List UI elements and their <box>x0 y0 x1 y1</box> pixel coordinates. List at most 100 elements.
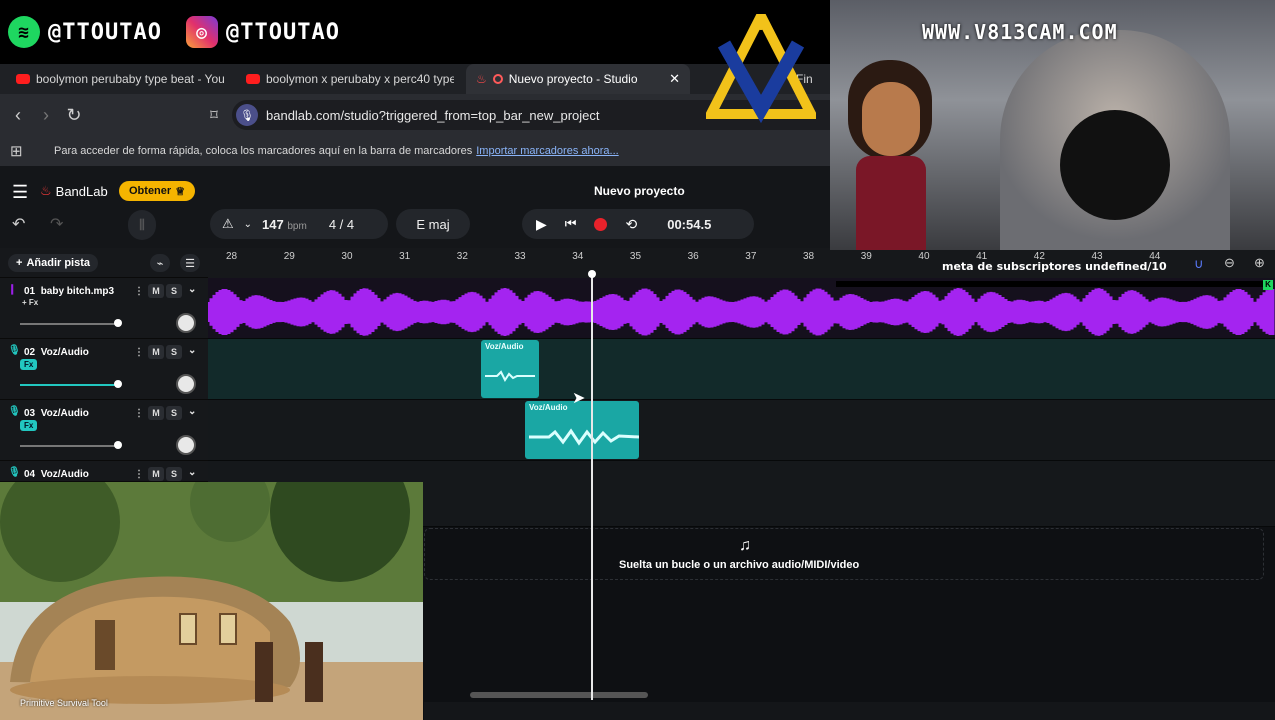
menu-icon[interactable]: ☰ <box>12 182 28 203</box>
tempo-value[interactable]: 147 bpm <box>262 217 307 232</box>
track-toolbar: + Añadir pista ⌁ ☰ <box>0 248 208 278</box>
upgrade-label: Obtener <box>129 185 172 197</box>
playhead-handle[interactable] <box>588 270 596 278</box>
horizontal-scrollbar[interactable] <box>470 692 648 698</box>
track-name[interactable]: Voz/Audio <box>41 469 89 480</box>
reload-icon[interactable]: ↻ <box>60 94 88 136</box>
status-bar <box>424 702 1275 720</box>
waveform-path <box>208 288 1275 336</box>
mute-button[interactable]: M <box>148 345 164 359</box>
fx-badge[interactable]: Fx <box>20 359 38 370</box>
track-name[interactable]: Voz/Audio <box>41 347 89 358</box>
volume-handle[interactable] <box>114 380 122 388</box>
skip-back-icon[interactable]: ⏮ <box>565 216 577 232</box>
microphone-icon[interactable]: 🎙 <box>236 104 258 126</box>
forward-icon[interactable]: › <box>32 94 60 136</box>
track-lane-3[interactable]: Voz/Audio <box>208 400 1275 461</box>
drop-zone[interactable]: ♫ Suelta un bucle o un archivo audio/MID… <box>424 528 1264 580</box>
metronome-icon[interactable]: ⚠ <box>222 216 234 232</box>
upgrade-button[interactable]: Obtener ♕ <box>119 181 196 201</box>
solo-button[interactable]: S <box>166 406 182 420</box>
pan-knob[interactable] <box>176 435 196 455</box>
mute-button[interactable]: M <box>148 406 164 420</box>
tab-youtube-2[interactable]: boolymon x perubaby x perc40 type <box>236 64 454 94</box>
mixer-icon[interactable]: ⫼ <box>128 210 156 240</box>
chevron-down-icon[interactable]: ⌄ <box>244 219 252 230</box>
more-options-icon[interactable]: ⋮ <box>134 408 144 419</box>
track-header-1[interactable]: ❙ 01 baby bitch.mp3 + Fx ⋮ M S ⌄ <box>0 278 208 339</box>
track-name[interactable]: baby bitch.mp3 <box>41 286 114 297</box>
track-number: 03 <box>24 408 36 419</box>
close-icon[interactable]: ✕ <box>669 71 680 87</box>
microphone-icon: 🎙 <box>8 406 21 417</box>
playhead[interactable] <box>591 272 593 700</box>
fx-badge[interactable]: Fx <box>20 420 38 431</box>
magnet-icon[interactable]: ∪ <box>1194 256 1204 272</box>
plus-icon: + <box>16 257 23 269</box>
automation-icon[interactable]: ⌁ <box>150 254 170 272</box>
instagram-handle: ◎ @TTOUTAO <box>186 14 340 50</box>
chevron-down-icon[interactable]: ⌄ <box>188 467 196 478</box>
volume-slider[interactable] <box>20 384 118 386</box>
volume-handle[interactable] <box>114 319 122 327</box>
microphone-icon: 🎙 <box>8 345 21 356</box>
track-lane-2[interactable]: Voz/Audio <box>208 339 1275 400</box>
track-header-3[interactable]: 🎙 03 Voz/Audio Fx ⋮ M S ⌄ <box>0 400 208 461</box>
solo-button[interactable]: S <box>166 467 182 481</box>
more-options-icon[interactable]: ⋮ <box>134 286 144 297</box>
zoom-in-icon[interactable]: ⊕ <box>1254 255 1265 271</box>
chevron-down-icon[interactable]: ⌄ <box>188 284 196 295</box>
solo-button[interactable]: S <box>166 345 182 359</box>
undo-icon[interactable]: ↶ <box>12 214 25 234</box>
play-icon[interactable]: ▶ <box>536 216 547 233</box>
volume-handle[interactable] <box>114 441 122 449</box>
track-header-4[interactable]: 🎙 04 Voz/Audio ⋮ M S ⌄ <box>0 461 208 482</box>
cartoon-character <box>840 60 940 250</box>
solo-button[interactable]: S <box>166 284 182 298</box>
track-lane-1[interactable]: K <box>208 278 1275 339</box>
time-signature[interactable]: 4 / 4 <box>329 217 354 232</box>
import-bookmarks-link[interactable]: Importar marcadores ahora... <box>476 145 618 157</box>
add-music-icon: ♫ <box>739 537 751 554</box>
tab-youtube-1[interactable]: boolymon perubaby type beat - YouT <box>6 64 224 94</box>
spotify-icon: ≋ <box>8 16 40 48</box>
mute-button[interactable]: M <box>148 467 164 481</box>
pan-knob[interactable] <box>176 313 196 333</box>
bookmark-icon[interactable]: ⌑ <box>200 94 228 136</box>
track-header-2[interactable]: 🎙 02 Voz/Audio Fx ⋮ M S ⌄ <box>0 339 208 400</box>
subscriber-goal: meta de subscriptores undefined/10 <box>942 260 1167 273</box>
tempo-group: ⚠ ⌄ 147 bpm 4 / 4 <box>210 209 388 239</box>
back-icon[interactable]: ‹ <box>4 94 32 136</box>
chevron-down-icon[interactable]: ⌄ <box>188 345 196 356</box>
chevron-down-icon[interactable]: ⌄ <box>188 406 196 417</box>
track-name[interactable]: Voz/Audio <box>41 408 89 419</box>
audio-clip[interactable]: Voz/Audio <box>481 340 539 398</box>
tab-bandlab-studio[interactable]: ♨ Nuevo proyecto - Studio ✕ <box>466 64 690 94</box>
volume-slider[interactable] <box>20 323 118 325</box>
key-selector[interactable]: E maj <box>396 209 470 239</box>
tracks-settings-icon[interactable]: ☰ <box>180 254 200 272</box>
track-headers: ❙ 01 baby bitch.mp3 + Fx ⋮ M S ⌄ 🎙 02 Vo… <box>0 278 208 482</box>
add-fx-button[interactable]: + Fx <box>22 298 38 307</box>
mute-button[interactable]: M <box>148 284 164 298</box>
drop-hint: Suelta un bucle o un archivo audio/MIDI/… <box>619 559 860 571</box>
apps-grid-icon[interactable]: ⊞ <box>10 142 28 160</box>
ruler-bar-number: 33 <box>514 251 526 262</box>
bandlab-logo[interactable]: ♨ BandLab <box>40 183 108 199</box>
record-icon[interactable] <box>594 217 608 231</box>
zoom-out-icon[interactable]: ⊖ <box>1224 255 1235 271</box>
waveform-icon: ❙ <box>8 284 17 295</box>
audio-clip[interactable]: Voz/Audio <box>525 401 639 459</box>
add-track-button[interactable]: + Añadir pista <box>8 254 99 272</box>
pan-knob[interactable] <box>176 374 196 394</box>
crown-icon: ♕ <box>175 185 186 198</box>
loop-icon[interactable]: ⟲ <box>625 216 637 233</box>
timeline-ruler[interactable]: 28 29 30 31 32 33 34 35 36 37 38 39 40 41 42 43 44 meta … <box>208 248 1275 278</box>
more-options-icon[interactable]: ⋮ <box>134 469 144 480</box>
more-options-icon[interactable]: ⋮ <box>134 347 144 358</box>
redo-icon[interactable]: ↷ <box>50 214 63 234</box>
add-track-label: Añadir pista <box>26 257 91 269</box>
project-title[interactable]: Nuevo proyecto <box>594 184 685 198</box>
recording-dot-icon <box>492 74 503 84</box>
volume-slider[interactable] <box>20 445 118 447</box>
